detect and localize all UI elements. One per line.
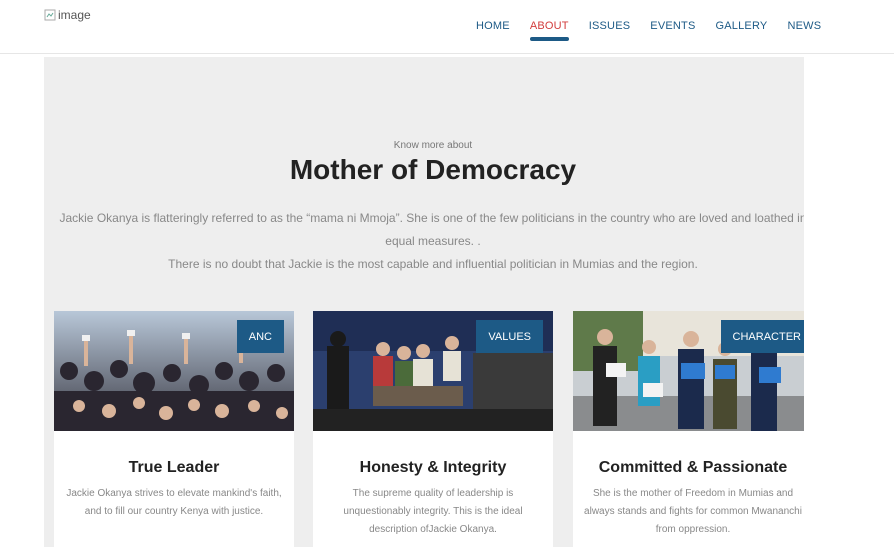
- nav-issues[interactable]: ISSUES: [589, 20, 631, 32]
- section-title: Mother of Democracy: [289, 154, 577, 185]
- card-title: True Leader: [128, 459, 220, 476]
- about-section: Know more about Mother of Democracy Jack…: [44, 57, 804, 547]
- section-kicker: Know more about: [393, 140, 473, 151]
- card-title: Committed & Passionate: [598, 459, 788, 476]
- logo-broken-image[interactable]: image: [44, 8, 91, 22]
- site-header: image HOME ABOUT ISSUES EVENTS GALLERY N…: [0, 0, 894, 54]
- card-description: Jackie Okanya strives to elevate mankind…: [66, 488, 282, 517]
- card-description: She is the mother of Freedom in Mumias a…: [584, 488, 802, 535]
- card-true-leader[interactable]: ANC True Leader Jackie Okanya strives to…: [54, 311, 294, 547]
- nav-news[interactable]: NEWS: [787, 20, 821, 32]
- card-title: Honesty & Integrity: [359, 459, 507, 476]
- card-tag-character[interactable]: CHARACTER: [720, 320, 804, 353]
- card-committed-passionate[interactable]: CHARACTER Committed & Passionate She is …: [573, 311, 804, 547]
- intro-line-2: equal measures. .: [385, 234, 481, 248]
- broken-image-icon: [44, 9, 56, 21]
- card-tag-values[interactable]: VALUES: [476, 320, 543, 353]
- card-tag-anc[interactable]: ANC: [236, 320, 284, 353]
- logo-alt-text: image: [58, 8, 91, 22]
- nav-about[interactable]: ABOUT: [529, 20, 569, 41]
- intro-line-1: Jackie Okanya is flatteringly referred t…: [59, 211, 804, 225]
- intro-line-3: There is no doubt that Jackie is the mos…: [168, 257, 698, 271]
- main-nav: HOME ABOUT ISSUES EVENTS GALLERY NEWS: [476, 20, 841, 41]
- nav-home[interactable]: HOME: [476, 20, 510, 32]
- section-intro: Jackie Okanya is flatteringly referred t…: [59, 207, 804, 276]
- card-honesty-integrity[interactable]: VALUES Honesty & Integrity The supreme q…: [313, 311, 553, 547]
- nav-events[interactable]: EVENTS: [650, 20, 695, 32]
- card-description: The supreme quality of leadership is unq…: [343, 488, 523, 535]
- nav-gallery[interactable]: GALLERY: [716, 20, 768, 32]
